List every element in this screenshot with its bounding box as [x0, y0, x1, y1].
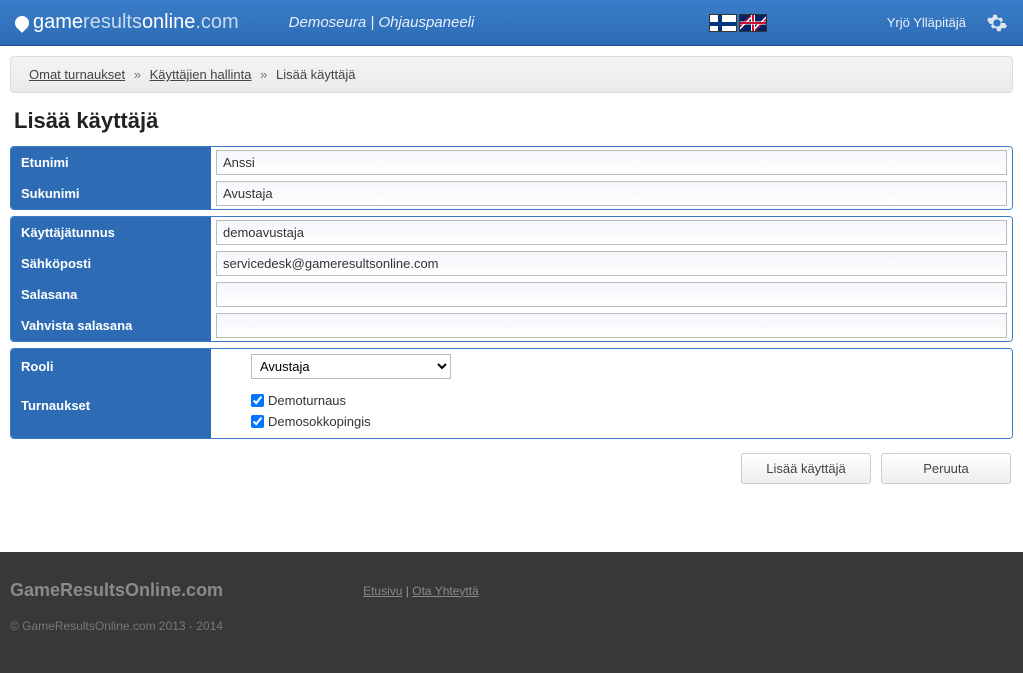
- breadcrumb-sep: »: [134, 67, 141, 82]
- select-role[interactable]: Avustaja: [251, 354, 451, 379]
- form-buttons: Lisää käyttäjä Peruuta: [10, 445, 1013, 492]
- breadcrumb-current: Lisää käyttäjä: [276, 67, 356, 82]
- checkbox-label-tournament-1: Demosokkopingis: [268, 414, 371, 429]
- label-lastname: Sukunimi: [11, 178, 211, 209]
- input-email[interactable]: [216, 251, 1007, 276]
- label-password: Salasana: [11, 279, 211, 310]
- form-group-account: Käyttäjätunnus Sähköposti Salasana Vahvi…: [10, 216, 1013, 342]
- input-firstname[interactable]: [216, 150, 1007, 175]
- label-role: Rooli: [11, 349, 211, 384]
- breadcrumb: Omat turnaukset » Käyttäjien hallinta » …: [10, 56, 1013, 93]
- checkbox-label-tournament-0: Demoturnaus: [268, 393, 346, 408]
- footer-title: GameResultsOnline.com: [10, 580, 223, 601]
- submit-button[interactable]: Lisää käyttäjä: [741, 453, 871, 484]
- form-group-role: Rooli Avustaja Turnaukset Demoturnaus De…: [10, 348, 1013, 439]
- logo-part-2: results: [83, 11, 142, 33]
- logo-icon: [12, 13, 32, 33]
- page-title: Lisää käyttäjä: [14, 108, 1013, 134]
- footer-copyright: © GameResultsOnline.com 2013 - 2014: [10, 619, 1013, 633]
- footer-link-home[interactable]: Etusivu: [363, 584, 402, 598]
- input-password-confirm[interactable]: [216, 313, 1007, 338]
- header-subtitle: Demoseura | Ohjauspaneeli: [289, 14, 475, 31]
- cancel-button[interactable]: Peruuta: [881, 453, 1011, 484]
- label-username: Käyttäjätunnus: [11, 217, 211, 248]
- label-tournaments: Turnaukset: [11, 384, 211, 438]
- app-header: gameresultsonline.com Demoseura | Ohjaus…: [0, 0, 1023, 46]
- main-content: Omat turnaukset » Käyttäjien hallinta » …: [0, 46, 1023, 522]
- label-email: Sähköposti: [11, 248, 211, 279]
- logo-part-1: game: [33, 11, 83, 33]
- footer-sep: |: [402, 584, 412, 598]
- footer-links: Etusivu | Ota Yhteyttä: [363, 584, 479, 598]
- footer-link-contact[interactable]: Ota Yhteyttä: [412, 584, 479, 598]
- flag-uk-icon[interactable]: [739, 14, 767, 32]
- logo-part-3: online: [142, 11, 195, 33]
- logo[interactable]: gameresultsonline.com: [33, 11, 239, 34]
- logo-part-4: .com: [195, 11, 238, 33]
- label-firstname: Etunimi: [11, 147, 211, 178]
- gear-icon[interactable]: [986, 12, 1008, 34]
- label-password-confirm: Vahvista salasana: [11, 310, 211, 341]
- footer: GameResultsOnline.com Etusivu | Ota Yhte…: [0, 552, 1023, 673]
- breadcrumb-link-tournaments[interactable]: Omat turnaukset: [29, 67, 125, 82]
- language-flags: [709, 14, 767, 32]
- flag-finland-icon[interactable]: [709, 14, 737, 32]
- input-password[interactable]: [216, 282, 1007, 307]
- tournament-checkbox-list: Demoturnaus Demosokkopingis: [251, 388, 371, 434]
- breadcrumb-link-users[interactable]: Käyttäjien hallinta: [150, 67, 252, 82]
- current-user[interactable]: Yrjö Ylläpitäjä: [887, 15, 966, 30]
- checkbox-tournament-0[interactable]: [251, 394, 264, 407]
- form-group-name: Etunimi Sukunimi: [10, 146, 1013, 210]
- breadcrumb-sep: »: [260, 67, 267, 82]
- input-lastname[interactable]: [216, 181, 1007, 206]
- checkbox-tournament-1[interactable]: [251, 415, 264, 428]
- input-username[interactable]: [216, 220, 1007, 245]
